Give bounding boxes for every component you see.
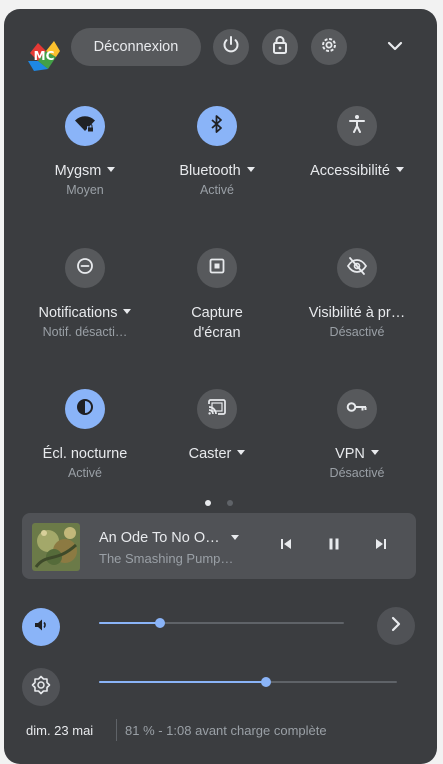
vpn-toggle[interactable] bbox=[337, 389, 377, 429]
settings-button[interactable] bbox=[311, 29, 347, 65]
bluetooth-icon bbox=[209, 114, 225, 139]
collapse-button[interactable] bbox=[382, 34, 408, 60]
cast-icon bbox=[207, 398, 227, 421]
media-caret-down-icon[interactable] bbox=[231, 535, 239, 540]
volume-slider-thumb[interactable] bbox=[155, 618, 166, 628]
tile-vpn-label[interactable]: VPN bbox=[292, 444, 422, 464]
caret-down-icon bbox=[395, 166, 404, 172]
caret-down-icon bbox=[370, 449, 379, 455]
svg-text:MC: MC bbox=[34, 49, 55, 63]
network-toggle[interactable] bbox=[65, 106, 105, 146]
tile-night-light-label[interactable]: Écl. nocturne bbox=[20, 444, 150, 464]
pause-icon bbox=[327, 537, 341, 556]
tile-notifications-status: Notif. désacti… bbox=[42, 325, 128, 339]
date-label[interactable]: dim. 23 mai bbox=[26, 723, 93, 738]
tile-vpn[interactable]: VPN Désactivé bbox=[292, 389, 422, 481]
footer-divider bbox=[116, 719, 117, 741]
volume-icon bbox=[33, 617, 49, 638]
tile-network-status: Moyen bbox=[66, 183, 104, 197]
night-light-toggle[interactable] bbox=[65, 389, 105, 429]
brightness-slider-thumb[interactable] bbox=[260, 677, 271, 687]
media-title: An Ode To No O… bbox=[99, 530, 220, 546]
do-not-disturb-icon bbox=[75, 256, 95, 281]
tile-notifications[interactable]: Notifications Notif. désacti… bbox=[20, 248, 150, 340]
accessibility-toggle[interactable] bbox=[337, 106, 377, 146]
media-controls[interactable]: An Ode To No O… The Smashing Pump… bbox=[22, 513, 416, 579]
tile-notifications-label[interactable]: Notifications bbox=[20, 303, 150, 323]
mute-toggle-button[interactable] bbox=[22, 608, 60, 646]
tile-network-label[interactable]: Mygsm bbox=[20, 161, 150, 181]
screen-capture-icon bbox=[208, 257, 226, 280]
chevron-down-icon bbox=[387, 38, 403, 56]
tile-nearby-visibility-status: Désactivé bbox=[329, 325, 385, 339]
brightness-icon bbox=[31, 675, 51, 700]
page-dot-2[interactable] bbox=[227, 500, 233, 506]
tile-bluetooth-label[interactable]: Bluetooth bbox=[152, 161, 282, 181]
cast-toggle[interactable] bbox=[197, 389, 237, 429]
tile-vpn-status: Désactivé bbox=[329, 466, 385, 480]
volume-slider[interactable] bbox=[99, 618, 344, 628]
brightness-button[interactable] bbox=[22, 668, 60, 706]
tile-nearby-visibility-label[interactable]: Visibilité à pr… bbox=[292, 303, 422, 323]
tile-nearby-visibility[interactable]: Visibilité à pr… Désactivé bbox=[292, 248, 422, 340]
album-art bbox=[32, 523, 80, 571]
tile-accessibility-label[interactable]: Accessibilité bbox=[292, 161, 422, 181]
chevron-right-icon bbox=[391, 616, 401, 637]
page-dot-1[interactable] bbox=[205, 500, 211, 506]
gear-icon bbox=[319, 35, 339, 60]
tile-accessibility[interactable]: Accessibilité bbox=[292, 106, 422, 181]
power-button[interactable] bbox=[213, 29, 249, 65]
caret-down-icon bbox=[123, 308, 132, 314]
sign-out-button[interactable]: Déconnexion bbox=[71, 28, 201, 66]
quick-settings-panel: MC Déconnexion Mygsm Moyen Bluetooth Act… bbox=[4, 9, 437, 764]
skip-next-icon bbox=[374, 537, 388, 556]
vpn-key-icon bbox=[346, 400, 368, 419]
tile-screen-capture[interactable]: Capture d'écran bbox=[152, 248, 282, 343]
sign-out-label: Déconnexion bbox=[93, 39, 179, 55]
visibility-off-icon bbox=[346, 256, 368, 281]
lock-icon bbox=[271, 35, 289, 60]
lock-button[interactable] bbox=[262, 29, 298, 65]
previous-track-button[interactable] bbox=[274, 534, 298, 558]
tile-cast[interactable]: Caster bbox=[152, 389, 282, 464]
nearby-visibility-toggle[interactable] bbox=[337, 248, 377, 288]
battery-status[interactable]: 81 % - 1:08 avant charge complète bbox=[125, 723, 327, 738]
tile-bluetooth[interactable]: Bluetooth Activé bbox=[152, 106, 282, 198]
brightness-slider[interactable] bbox=[99, 677, 397, 687]
caret-down-icon bbox=[237, 449, 246, 455]
tile-network[interactable]: Mygsm Moyen bbox=[20, 106, 150, 198]
tile-night-light[interactable]: Écl. nocturne Activé bbox=[20, 389, 150, 481]
pause-button[interactable] bbox=[322, 534, 346, 558]
bluetooth-toggle[interactable] bbox=[197, 106, 237, 146]
tile-screen-capture-label[interactable]: Capture d'écran bbox=[152, 303, 282, 343]
media-artist: The Smashing Pump… bbox=[99, 551, 234, 566]
caret-down-icon bbox=[107, 166, 116, 172]
accessibility-icon bbox=[348, 114, 366, 139]
user-avatar-logo[interactable]: MC bbox=[26, 39, 62, 73]
audio-settings-button[interactable] bbox=[377, 607, 415, 645]
tile-bluetooth-status: Activé bbox=[199, 183, 235, 197]
caret-down-icon bbox=[246, 166, 255, 172]
brightness-slider-fill bbox=[99, 681, 266, 683]
tile-night-light-status: Activé bbox=[67, 466, 103, 480]
notifications-toggle[interactable] bbox=[65, 248, 105, 288]
volume-slider-fill bbox=[99, 622, 161, 624]
wifi-locked-icon bbox=[74, 113, 96, 140]
screen-capture-toggle[interactable] bbox=[197, 248, 237, 288]
power-icon bbox=[221, 35, 241, 60]
tile-cast-label[interactable]: Caster bbox=[152, 444, 282, 464]
night-light-icon bbox=[75, 397, 95, 422]
next-track-button[interactable] bbox=[369, 534, 393, 558]
skip-previous-icon bbox=[279, 537, 293, 556]
